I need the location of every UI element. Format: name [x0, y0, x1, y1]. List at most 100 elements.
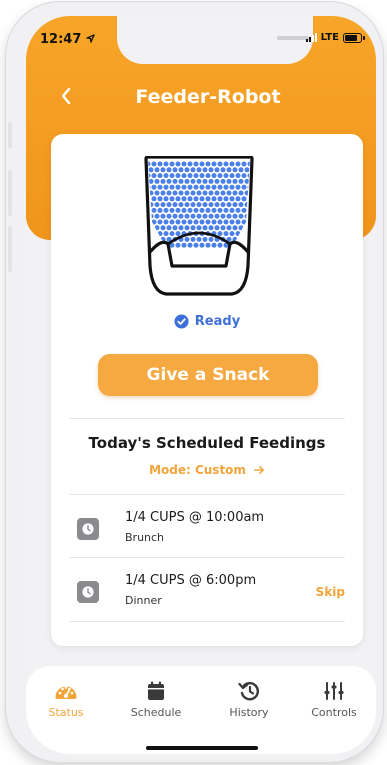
- food-pellet: [223, 196, 229, 202]
- food-pellet: [163, 173, 169, 179]
- food-pellet: [202, 213, 208, 219]
- food-pellet: [208, 190, 214, 196]
- food-pellet: [172, 202, 178, 208]
- food-pellet: [235, 207, 241, 213]
- tab-status[interactable]: Status: [26, 680, 106, 719]
- food-pellet: [160, 225, 166, 231]
- food-pellet: [232, 225, 238, 231]
- food-pellet: [205, 173, 211, 179]
- tab-label: History: [229, 706, 269, 719]
- food-pellet: [151, 196, 157, 202]
- food-pellet: [190, 178, 196, 184]
- food-pellet: [223, 161, 229, 167]
- food-pellet: [187, 196, 193, 202]
- food-pellet: [202, 225, 208, 231]
- food-pellet: [223, 184, 229, 190]
- food-pellet: [181, 219, 187, 225]
- food-pellet: [202, 190, 208, 196]
- food-pellet: [217, 242, 223, 248]
- food-pellet: [184, 236, 190, 242]
- food-pellet: [229, 161, 235, 167]
- food-pellet: [241, 231, 247, 237]
- skip-button[interactable]: Skip: [316, 585, 345, 599]
- tab-schedule[interactable]: Schedule: [116, 680, 196, 719]
- food-pellet: [169, 219, 175, 225]
- food-pellet: [199, 242, 205, 248]
- feeder-robot-illustration: [144, 156, 257, 296]
- food-pellet: [251, 237, 256, 242]
- food-pellet: [169, 207, 175, 213]
- food-pellet: [154, 167, 160, 173]
- food-pellet: [205, 207, 211, 213]
- food-pellet: [196, 167, 202, 173]
- food-pellet: [148, 190, 154, 196]
- tab-history[interactable]: History: [209, 680, 289, 719]
- food-pellet: [229, 196, 235, 202]
- food-pellet: [178, 178, 184, 184]
- food-pellet: [226, 225, 232, 231]
- mode-link[interactable]: Mode: Custom: [51, 463, 363, 477]
- battery-icon: [343, 32, 365, 43]
- food-pellet: [205, 184, 211, 190]
- food-pellet: [193, 161, 199, 167]
- clock-icon: [77, 518, 99, 540]
- food-pellet: [238, 167, 244, 173]
- food-pellet: [196, 190, 202, 196]
- history-icon: [237, 680, 261, 702]
- food-pellet: [166, 167, 172, 173]
- food-pellet: [238, 213, 244, 219]
- food-pellet: [181, 196, 187, 202]
- food-pellet: [220, 202, 226, 208]
- food-pellet: [238, 225, 244, 231]
- feeder-status: Ready: [51, 314, 363, 329]
- food-pellet: [157, 161, 163, 167]
- feeding-name: Dinner: [125, 594, 162, 607]
- food-pellet: [190, 190, 196, 196]
- app-screen: 12:47 LTE Feeder-Robot Ready Give a Snac…: [26, 16, 376, 754]
- food-pellet: [217, 173, 223, 179]
- food-pellet: [181, 207, 187, 213]
- speaker: [277, 36, 309, 40]
- feeding-amount: 1/4 CUPS @ 10:00am: [125, 510, 265, 525]
- feeding-row[interactable]: 1/4 CUPS @ 10:00am Brunch: [69, 498, 345, 562]
- food-pellet: [226, 178, 232, 184]
- food-pellet: [241, 219, 247, 225]
- schedule-title: Today's Scheduled Feedings: [88, 434, 326, 452]
- food-pellet: [154, 190, 160, 196]
- food-pellet: [178, 213, 184, 219]
- food-pellet: [187, 207, 193, 213]
- divider: [69, 621, 345, 622]
- food-pellet: [226, 190, 232, 196]
- food-pellet: [223, 173, 229, 179]
- food-pellet: [211, 242, 217, 248]
- food-pellet: [163, 219, 169, 225]
- food-pellet: [181, 242, 187, 248]
- food-pellet: [175, 231, 181, 237]
- food-pellet: [187, 242, 193, 248]
- food-pellet: [175, 161, 181, 167]
- food-pellet: [166, 213, 172, 219]
- feeding-row[interactable]: 1/4 CUPS @ 6:00pm Dinner Skip: [69, 561, 345, 625]
- food-pellet: [172, 225, 178, 231]
- food-pellet: [251, 225, 256, 230]
- give-snack-button[interactable]: Give a Snack: [98, 354, 318, 396]
- status-bar-indicators: LTE: [305, 32, 365, 43]
- food-pellet: [199, 161, 205, 167]
- food-pellet: [187, 161, 193, 167]
- food-pellet: [220, 178, 226, 184]
- food-pellet: [160, 202, 166, 208]
- food-pellet: [184, 190, 190, 196]
- food-pellet: [235, 231, 241, 237]
- tab-controls[interactable]: Controls: [294, 680, 374, 719]
- home-indicator[interactable]: [146, 746, 258, 750]
- food-pellet: [211, 207, 217, 213]
- feeding-name: Brunch: [125, 531, 165, 544]
- food-pellet: [254, 231, 257, 236]
- food-pellet: [241, 196, 247, 202]
- food-pellet: [196, 225, 202, 231]
- status-label: Ready: [194, 314, 241, 329]
- food-pellet: [166, 190, 172, 196]
- food-pellet: [223, 231, 229, 237]
- food-pellet: [214, 167, 220, 173]
- food-pellet: [229, 207, 235, 213]
